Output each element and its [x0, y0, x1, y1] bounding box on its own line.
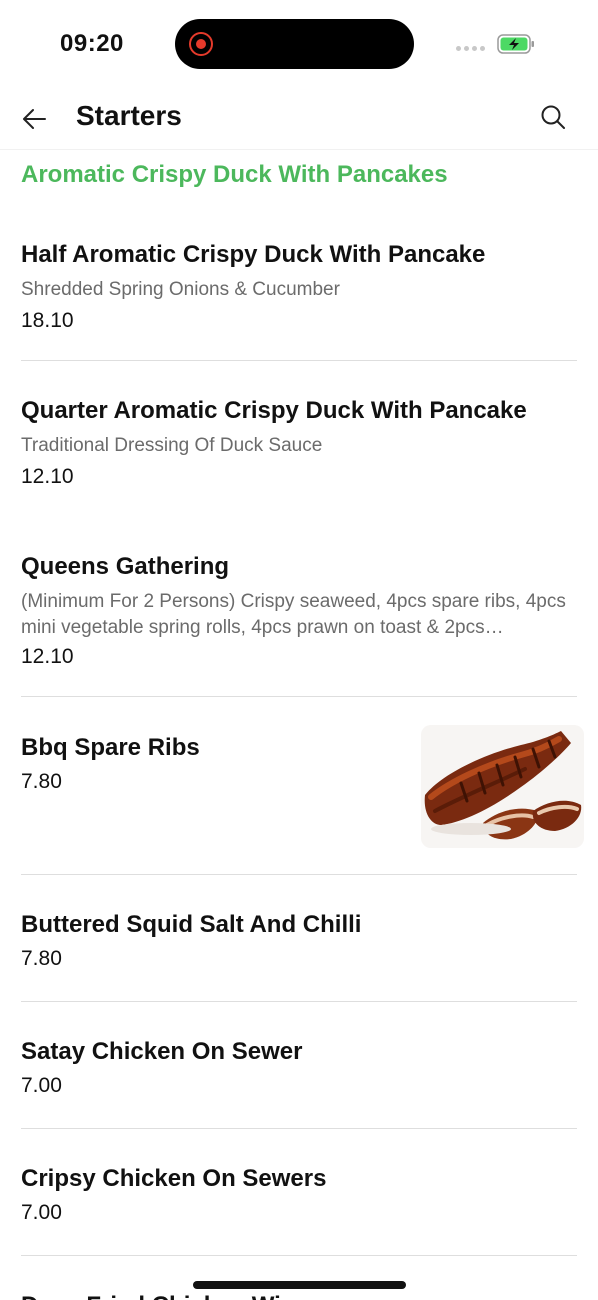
menu-item-price: 7.80 — [21, 947, 62, 970]
menu-item[interactable]: Cripsy Chicken On Sewers 7.00 — [0, 1154, 598, 1254]
menu-item-name: Queens Gathering — [21, 553, 230, 580]
menu-item-name: Buttered Squid Salt And Chilli — [21, 911, 362, 938]
battery-charging-icon — [497, 34, 534, 54]
menu-item-description: Traditional Dressing Of Duck Sauce — [21, 435, 323, 456]
menu-item[interactable]: Quarter Aromatic Crispy Duck With Pancak… — [0, 386, 598, 516]
menu-item-name: Quarter Aromatic Crispy Duck With Pancak… — [21, 397, 527, 424]
menu-item-name: Satay Chicken On Sewer — [21, 1038, 303, 1065]
menu-item-price: 12.10 — [21, 465, 74, 488]
divider — [21, 1001, 577, 1002]
divider — [21, 874, 577, 875]
page-title: Starters — [76, 100, 182, 131]
menu-item[interactable]: Satay Chicken On Sewer 7.00 — [0, 1027, 598, 1127]
menu-item-name: Cripsy Chicken On Sewers — [21, 1165, 327, 1192]
bbq-ribs-photo[interactable] — [421, 725, 584, 848]
divider — [21, 360, 577, 361]
menu-item-description: (Minimum For 2 Persons) Crispy seaweed, … — [21, 591, 566, 638]
menu-item-price: 7.80 — [21, 770, 62, 793]
menu-item-description: Shredded Spring Onions & Cucumber — [21, 279, 340, 300]
dynamic-island — [175, 19, 414, 69]
menu-item-name: Bbq Spare Ribs — [21, 734, 200, 761]
status-bar: 09:20 — [0, 0, 598, 90]
menu-item-price: 7.00 — [21, 1074, 62, 1097]
menu-item-price: 18.10 — [21, 309, 74, 332]
search-icon[interactable] — [538, 102, 568, 132]
menu-item[interactable]: Buttered Squid Salt And Chilli 7.80 — [0, 900, 598, 1000]
arrow-left-icon[interactable] — [18, 102, 52, 136]
menu-item[interactable]: Half Aromatic Crispy Duck With Pancake S… — [0, 230, 598, 360]
divider — [21, 1255, 577, 1256]
recording-icon — [189, 32, 213, 56]
signal-icon — [456, 46, 485, 51]
app-header: Starters — [0, 90, 598, 150]
menu-item-name: Deep Fried Chicken Wi — [21, 1292, 281, 1300]
menu-item-name: Half Aromatic Crispy Duck With Pancake — [21, 241, 486, 268]
divider — [21, 1128, 577, 1129]
menu-item-price: 7.00 — [21, 1201, 62, 1224]
menu-item-price: 12.10 — [21, 645, 74, 668]
category-heading: Aromatic Crispy Duck With Pancakes — [21, 161, 448, 188]
menu-item[interactable]: Queens Gathering (Minimum For 2 Persons)… — [0, 542, 598, 696]
status-time: 09:20 — [60, 30, 124, 57]
divider — [21, 696, 577, 697]
home-indicator[interactable] — [193, 1281, 406, 1289]
